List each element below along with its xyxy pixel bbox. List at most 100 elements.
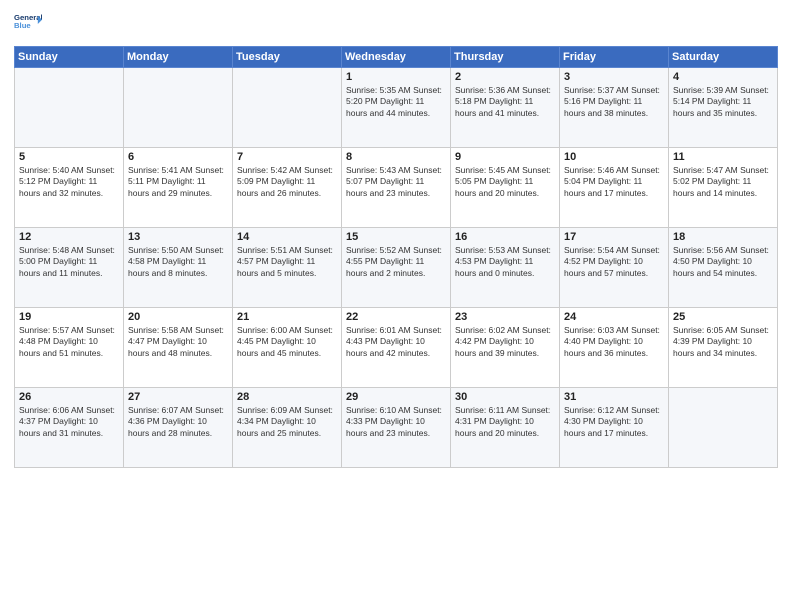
day-info: Sunrise: 5:39 AM Sunset: 5:14 PM Dayligh… — [673, 85, 773, 119]
day-number: 3 — [564, 71, 664, 83]
calendar-cell: 3 Sunrise: 5:37 AM Sunset: 5:16 PM Daylig… — [560, 68, 669, 148]
calendar-cell: 20 Sunrise: 5:58 AM Sunset: 4:47 PM Dayli… — [124, 308, 233, 388]
day-info: Sunrise: 5:57 AM Sunset: 4:48 PM Dayligh… — [19, 325, 119, 359]
calendar-cell: 15 Sunrise: 5:52 AM Sunset: 4:55 PM Dayli… — [342, 228, 451, 308]
calendar-cell: 8 Sunrise: 5:43 AM Sunset: 5:07 PM Daylig… — [342, 148, 451, 228]
day-number: 16 — [455, 231, 555, 243]
day-number: 31 — [564, 391, 664, 403]
day-info: Sunrise: 5:46 AM Sunset: 5:04 PM Dayligh… — [564, 165, 664, 199]
weekday-header-saturday: Saturday — [669, 47, 778, 68]
weekday-header-tuesday: Tuesday — [233, 47, 342, 68]
calendar-week-1: 1 Sunrise: 5:35 AM Sunset: 5:20 PM Daylig… — [15, 68, 778, 148]
day-info: Sunrise: 5:42 AM Sunset: 5:09 PM Dayligh… — [237, 165, 337, 199]
calendar-cell: 25Sunrise: 6:05 AM Sunset: 4:39 PM Dayli… — [669, 308, 778, 388]
weekday-header-monday: Monday — [124, 47, 233, 68]
calendar-cell: 22Sunrise: 6:01 AM Sunset: 4:43 PM Dayli… — [342, 308, 451, 388]
calendar-cell: 14 Sunrise: 5:51 AM Sunset: 4:57 PM Dayli… — [233, 228, 342, 308]
calendar-cell: 23 Sunrise: 6:02 AM Sunset: 4:42 PM Dayli… — [451, 308, 560, 388]
logo-icon: General Blue — [14, 10, 42, 38]
calendar-cell: 13 Sunrise: 5:50 AM Sunset: 4:58 PM Dayli… — [124, 228, 233, 308]
logo: General Blue — [14, 10, 42, 38]
calendar-cell: 17 Sunrise: 5:54 AM Sunset: 4:52 PM Dayli… — [560, 228, 669, 308]
day-number: 17 — [564, 231, 664, 243]
calendar-week-2: 5Sunrise: 5:40 AM Sunset: 5:12 PM Daylig… — [15, 148, 778, 228]
day-info: Sunrise: 5:36 AM Sunset: 5:18 PM Dayligh… — [455, 85, 555, 119]
calendar-cell: 18 Sunrise: 5:56 AM Sunset: 4:50 PM Dayli… — [669, 228, 778, 308]
day-number: 9 — [455, 151, 555, 163]
day-number: 1 — [346, 71, 446, 83]
calendar-cell: 26Sunrise: 6:06 AM Sunset: 4:37 PM Dayli… — [15, 388, 124, 468]
calendar-cell: 29 Sunrise: 6:10 AM Sunset: 4:33 PM Dayli… — [342, 388, 451, 468]
calendar-week-4: 19 Sunrise: 5:57 AM Sunset: 4:48 PM Dayli… — [15, 308, 778, 388]
calendar-cell: 12Sunrise: 5:48 AM Sunset: 5:00 PM Dayli… — [15, 228, 124, 308]
calendar-cell: 4 Sunrise: 5:39 AM Sunset: 5:14 PM Daylig… — [669, 68, 778, 148]
calendar-cell: 30Sunrise: 6:11 AM Sunset: 4:31 PM Dayli… — [451, 388, 560, 468]
day-number: 22 — [346, 311, 446, 323]
day-info: Sunrise: 5:58 AM Sunset: 4:47 PM Dayligh… — [128, 325, 228, 359]
calendar-cell: 2Sunrise: 5:36 AM Sunset: 5:18 PM Daylig… — [451, 68, 560, 148]
day-info: Sunrise: 5:35 AM Sunset: 5:20 PM Dayligh… — [346, 85, 446, 119]
calendar-cell — [669, 388, 778, 468]
calendar-cell: 5Sunrise: 5:40 AM Sunset: 5:12 PM Daylig… — [15, 148, 124, 228]
calendar-cell: 27Sunrise: 6:07 AM Sunset: 4:36 PM Dayli… — [124, 388, 233, 468]
calendar-cell: 7 Sunrise: 5:42 AM Sunset: 5:09 PM Daylig… — [233, 148, 342, 228]
svg-text:Blue: Blue — [14, 21, 31, 30]
page-header: General Blue — [14, 10, 778, 38]
day-info: Sunrise: 6:03 AM Sunset: 4:40 PM Dayligh… — [564, 325, 664, 359]
calendar-cell: 31Sunrise: 6:12 AM Sunset: 4:30 PM Dayli… — [560, 388, 669, 468]
day-number: 6 — [128, 151, 228, 163]
calendar-cell — [124, 68, 233, 148]
day-number: 29 — [346, 391, 446, 403]
calendar-cell: 11Sunrise: 5:47 AM Sunset: 5:02 PM Dayli… — [669, 148, 778, 228]
day-number: 28 — [237, 391, 337, 403]
day-number: 27 — [128, 391, 228, 403]
day-number: 14 — [237, 231, 337, 243]
day-number: 24 — [564, 311, 664, 323]
day-number: 20 — [128, 311, 228, 323]
calendar-cell: 16Sunrise: 5:53 AM Sunset: 4:53 PM Dayli… — [451, 228, 560, 308]
day-info: Sunrise: 5:52 AM Sunset: 4:55 PM Dayligh… — [346, 245, 446, 279]
day-number: 15 — [346, 231, 446, 243]
calendar-cell: 10Sunrise: 5:46 AM Sunset: 5:04 PM Dayli… — [560, 148, 669, 228]
day-info: Sunrise: 5:43 AM Sunset: 5:07 PM Dayligh… — [346, 165, 446, 199]
calendar-cell: 24 Sunrise: 6:03 AM Sunset: 4:40 PM Dayli… — [560, 308, 669, 388]
day-number: 25 — [673, 311, 773, 323]
day-number: 7 — [237, 151, 337, 163]
day-number: 30 — [455, 391, 555, 403]
calendar-cell: 9 Sunrise: 5:45 AM Sunset: 5:05 PM Daylig… — [451, 148, 560, 228]
day-number: 4 — [673, 71, 773, 83]
day-info: Sunrise: 5:50 AM Sunset: 4:58 PM Dayligh… — [128, 245, 228, 279]
calendar-cell: 28 Sunrise: 6:09 AM Sunset: 4:34 PM Dayli… — [233, 388, 342, 468]
calendar-body: 1 Sunrise: 5:35 AM Sunset: 5:20 PM Daylig… — [15, 68, 778, 468]
weekday-header-sunday: Sunday — [15, 47, 124, 68]
calendar-week-3: 12Sunrise: 5:48 AM Sunset: 5:00 PM Dayli… — [15, 228, 778, 308]
day-info: Sunrise: 5:45 AM Sunset: 5:05 PM Dayligh… — [455, 165, 555, 199]
day-number: 13 — [128, 231, 228, 243]
day-info: Sunrise: 5:54 AM Sunset: 4:52 PM Dayligh… — [564, 245, 664, 279]
day-number: 18 — [673, 231, 773, 243]
day-info: Sunrise: 5:51 AM Sunset: 4:57 PM Dayligh… — [237, 245, 337, 279]
day-info: Sunrise: 5:56 AM Sunset: 4:50 PM Dayligh… — [673, 245, 773, 279]
day-number: 11 — [673, 151, 773, 163]
day-info: Sunrise: 6:10 AM Sunset: 4:33 PM Dayligh… — [346, 405, 446, 439]
day-info: Sunrise: 5:40 AM Sunset: 5:12 PM Dayligh… — [19, 165, 119, 199]
day-number: 19 — [19, 311, 119, 323]
calendar-cell: 1 Sunrise: 5:35 AM Sunset: 5:20 PM Daylig… — [342, 68, 451, 148]
day-info: Sunrise: 6:02 AM Sunset: 4:42 PM Dayligh… — [455, 325, 555, 359]
day-info: Sunrise: 5:48 AM Sunset: 5:00 PM Dayligh… — [19, 245, 119, 279]
day-info: Sunrise: 5:41 AM Sunset: 5:11 PM Dayligh… — [128, 165, 228, 199]
weekday-header-wednesday: Wednesday — [342, 47, 451, 68]
day-info: Sunrise: 6:09 AM Sunset: 4:34 PM Dayligh… — [237, 405, 337, 439]
calendar-cell: 21 Sunrise: 6:00 AM Sunset: 4:45 PM Dayli… — [233, 308, 342, 388]
calendar-cell: 19 Sunrise: 5:57 AM Sunset: 4:48 PM Dayli… — [15, 308, 124, 388]
calendar-cell — [233, 68, 342, 148]
calendar-cell: 6 Sunrise: 5:41 AM Sunset: 5:11 PM Daylig… — [124, 148, 233, 228]
day-info: Sunrise: 5:37 AM Sunset: 5:16 PM Dayligh… — [564, 85, 664, 119]
calendar-week-5: 26Sunrise: 6:06 AM Sunset: 4:37 PM Dayli… — [15, 388, 778, 468]
day-number: 8 — [346, 151, 446, 163]
calendar-table: SundayMondayTuesdayWednesdayThursdayFrid… — [14, 46, 778, 468]
day-number: 26 — [19, 391, 119, 403]
day-number: 21 — [237, 311, 337, 323]
day-number: 23 — [455, 311, 555, 323]
day-info: Sunrise: 6:00 AM Sunset: 4:45 PM Dayligh… — [237, 325, 337, 359]
